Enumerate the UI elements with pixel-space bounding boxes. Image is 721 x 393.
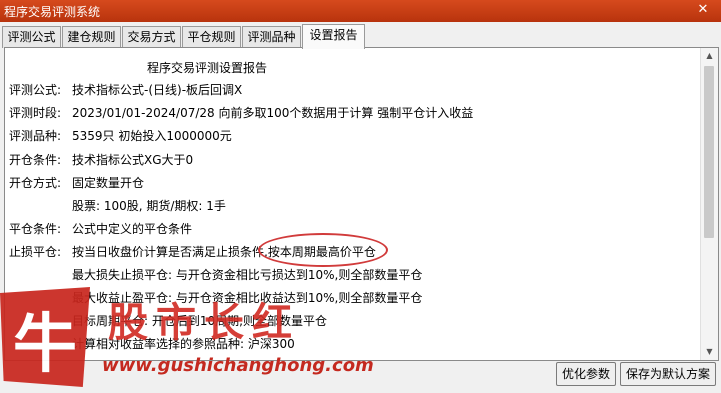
report-heading: 程序交易评测设置报告 bbox=[147, 61, 268, 75]
row-label: 评测时段: bbox=[9, 106, 62, 120]
watermark-char: 股 bbox=[108, 299, 148, 346]
row-value: 2023/01/01-2024/07/28 向前多取100个数据用于计算 强制平… bbox=[72, 106, 474, 120]
row-value: 技术指标公式-(日线)-板后回调X bbox=[72, 83, 243, 97]
row-label: 开仓方式: bbox=[9, 176, 62, 190]
watermark-logo-char: 牛 bbox=[13, 307, 77, 382]
row-label: 开仓条件: bbox=[9, 153, 62, 167]
row-label: 平仓条件: bbox=[9, 222, 62, 236]
tab-trade-mode[interactable]: 交易方式 bbox=[122, 26, 181, 48]
watermark-char: 长 bbox=[204, 299, 244, 346]
watermark-url: www.gushichanghong.com bbox=[102, 355, 374, 376]
tab-report[interactable]: 设置报告 bbox=[302, 24, 365, 49]
row-label: 评测品种: bbox=[9, 129, 62, 143]
highlight-annotation bbox=[258, 233, 388, 267]
row-value: 公式中定义的平仓条件 bbox=[72, 222, 193, 236]
scroll-thumb[interactable] bbox=[704, 66, 714, 238]
row-value: 5359只 初始投入1000000元 bbox=[72, 129, 232, 143]
vertical-scrollbar[interactable]: ▲ ▼ bbox=[700, 48, 718, 360]
row-value: 技术指标公式XG大于0 bbox=[72, 153, 194, 167]
row-label: 评测公式: bbox=[9, 83, 62, 97]
row-value: 最大损失止损平仓: 与开仓资金相比亏损达到10%,则全部数量平仓 bbox=[72, 268, 423, 282]
row-label: 止损平仓: bbox=[9, 245, 62, 259]
row-value: 固定数量开仓 bbox=[72, 176, 145, 190]
optimize-params-button[interactable]: 优化参数 bbox=[556, 362, 616, 386]
tab-close-rules[interactable]: 平仓规则 bbox=[182, 26, 241, 48]
title-bar: 程序交易评测系统 ✕ bbox=[0, 0, 721, 22]
row-value: 股票: 100股, 期货/期权: 1手 bbox=[72, 199, 226, 213]
watermark-char: 市 bbox=[156, 299, 196, 346]
tab-formula[interactable]: 评测公式 bbox=[2, 26, 61, 48]
watermark-char: 红 bbox=[252, 299, 292, 346]
watermark-logo: 牛 bbox=[0, 287, 90, 387]
tab-instruments[interactable]: 评测品种 bbox=[242, 26, 301, 48]
window-title: 程序交易评测系统 bbox=[4, 5, 101, 19]
scroll-up-icon[interactable]: ▲ bbox=[701, 48, 718, 64]
save-default-button[interactable]: 保存为默认方案 bbox=[620, 362, 716, 386]
close-icon[interactable]: ✕ bbox=[695, 2, 711, 18]
tab-open-rules[interactable]: 建仓规则 bbox=[62, 26, 121, 48]
scroll-down-icon[interactable]: ▼ bbox=[701, 344, 718, 360]
